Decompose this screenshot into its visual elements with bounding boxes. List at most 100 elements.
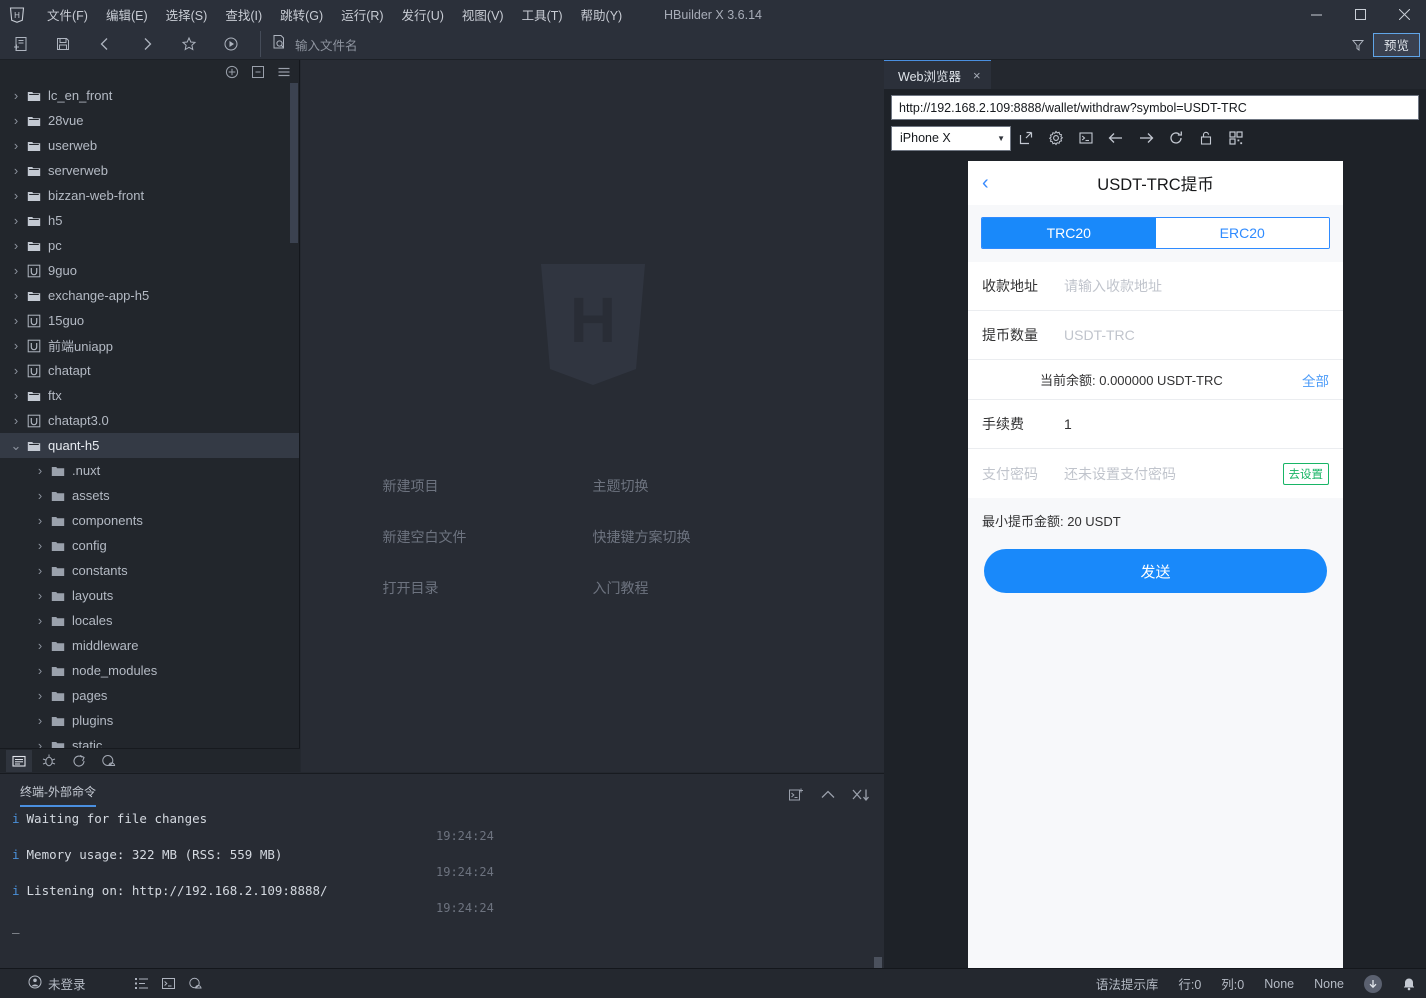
tree-item-h5[interactable]: ›h5	[0, 208, 299, 233]
close-icon[interactable]: ×	[973, 68, 981, 83]
tree-item-bizzan-web-front[interactable]: ›bizzan-web-front	[0, 183, 299, 208]
cloud-icon[interactable]	[188, 976, 204, 991]
project-tree[interactable]: ›lc_en_front›28vue›userweb›serverweb›biz…	[0, 83, 299, 748]
chevron-right-icon[interactable]: ›	[32, 713, 48, 728]
chevron-right-icon[interactable]: ›	[8, 213, 24, 228]
project-manager-icon[interactable]	[6, 750, 32, 772]
close-button[interactable]	[1382, 0, 1426, 29]
tree-item-ftx[interactable]: ›ftx	[0, 383, 299, 408]
tree-item-lc_en_front[interactable]: ›lc_en_front	[0, 83, 299, 108]
tree-item-serverweb[interactable]: ›serverweb	[0, 158, 299, 183]
tree-item-exchange-app-h5[interactable]: ›exchange-app-h5	[0, 283, 299, 308]
withdraw-all-button[interactable]: 全部	[1302, 370, 1329, 390]
chevron-right-icon[interactable]: ›	[32, 688, 48, 703]
tree-item-chatapt[interactable]: ›chatapt	[0, 358, 299, 383]
unlock-icon[interactable]	[1191, 125, 1221, 151]
filter-icon[interactable]	[1343, 29, 1373, 60]
star-icon[interactable]	[168, 29, 210, 60]
save-icon[interactable]	[42, 29, 84, 60]
welcome-link-keymap-switch[interactable]: 快捷键方案切换	[593, 527, 803, 547]
terminal-output[interactable]: iWaiting for file changes 19:24:24 iMemo…	[0, 807, 884, 937]
tree-item-userweb[interactable]: ›userweb	[0, 133, 299, 158]
encoding-label[interactable]: None	[1264, 977, 1294, 991]
collapse-icon[interactable]	[820, 789, 836, 801]
tree-item-pc[interactable]: ›pc	[0, 233, 299, 258]
tree-item-uniapp[interactable]: ›前端uniapp	[0, 333, 299, 358]
open-external-icon[interactable]	[1011, 125, 1041, 151]
file-search-input[interactable]: 输入文件名	[295, 35, 358, 54]
settings-icon[interactable]	[1041, 125, 1071, 151]
welcome-link-open-directory[interactable]: 打开目录	[383, 578, 593, 598]
new-file-icon[interactable]	[0, 29, 42, 60]
debug-icon[interactable]	[36, 750, 62, 772]
chevron-right-icon[interactable]: ›	[8, 163, 24, 178]
collapse-all-icon[interactable]	[250, 64, 265, 79]
terminal-icon[interactable]	[161, 976, 176, 991]
menu-item-view[interactable]: 视图(V)	[453, 0, 513, 29]
amount-input[interactable]: USDT-TRC	[1064, 327, 1135, 343]
chevron-right-icon[interactable]: ›	[8, 338, 24, 353]
chevron-right-icon[interactable]: ›	[32, 613, 48, 628]
chevron-right-icon[interactable]: ›	[32, 738, 48, 748]
tree-item-chatapt3.0[interactable]: ›chatapt3.0	[0, 408, 299, 433]
tree-item-quant-h5[interactable]: ⌄quant-h5	[0, 433, 299, 458]
chevron-right-icon[interactable]: ›	[32, 463, 48, 478]
maximize-button[interactable]	[1338, 0, 1382, 29]
file-search-box[interactable]: 输入文件名	[260, 31, 358, 57]
new-terminal-icon[interactable]	[788, 787, 804, 803]
grammar-library-label[interactable]: 语法提示库	[1096, 974, 1159, 993]
welcome-link-new-blank-file[interactable]: 新建空白文件	[383, 527, 593, 547]
tree-item-constants[interactable]: ›constants	[0, 558, 299, 583]
chevron-right-icon[interactable]: ›	[8, 113, 24, 128]
account-status[interactable]: 未登录	[28, 974, 86, 993]
download-icon[interactable]	[1364, 975, 1382, 993]
chevron-right-icon[interactable]: ›	[8, 313, 24, 328]
tab-trc20[interactable]: TRC20	[982, 218, 1156, 248]
chevron-right-icon[interactable]: ›	[32, 563, 48, 578]
preview-button[interactable]: 预览	[1373, 33, 1420, 57]
chevron-right-icon[interactable]: ›	[32, 488, 48, 503]
url-input[interactable]: http://192.168.2.109:8888/wallet/withdra…	[891, 95, 1419, 120]
menu-item-find[interactable]: 查找(I)	[216, 0, 271, 29]
bell-icon[interactable]	[1402, 976, 1416, 991]
tree-item-.nuxt[interactable]: ›.nuxt	[0, 458, 299, 483]
menu-item-select[interactable]: 选择(S)	[157, 0, 217, 29]
chevron-right-icon[interactable]: ›	[32, 538, 48, 553]
minimize-button[interactable]	[1294, 0, 1338, 29]
welcome-link-getting-started[interactable]: 入门教程	[593, 578, 803, 598]
back-icon[interactable]	[84, 29, 126, 60]
terminal-tab-external-command[interactable]: 终端-外部命令	[20, 783, 96, 807]
tree-item-plugins[interactable]: ›plugins	[0, 708, 299, 733]
tree-item-middleware[interactable]: ›middleware	[0, 633, 299, 658]
tree-item-28vue[interactable]: ›28vue	[0, 108, 299, 133]
menu-item-file[interactable]: 文件(F)	[38, 0, 97, 29]
language-label[interactable]: None	[1314, 977, 1344, 991]
tree-item-components[interactable]: ›components	[0, 508, 299, 533]
tree-item-layouts[interactable]: ›layouts	[0, 583, 299, 608]
chevron-right-icon[interactable]: ›	[32, 638, 48, 653]
chevron-right-icon[interactable]: ›	[32, 588, 48, 603]
cloud-icon[interactable]	[96, 750, 122, 772]
forward-icon[interactable]	[1131, 125, 1161, 151]
back-icon[interactable]	[1101, 125, 1131, 151]
menu-item-help[interactable]: 帮助(Y)	[572, 0, 632, 29]
chevron-right-icon[interactable]: ›	[8, 363, 24, 378]
chevron-right-icon[interactable]: ›	[32, 513, 48, 528]
field-withdraw-amount[interactable]: 提币数量 USDT-TRC	[968, 311, 1343, 360]
chevron-right-icon[interactable]: ›	[8, 413, 24, 428]
menu-item-edit[interactable]: 编辑(E)	[97, 0, 157, 29]
back-icon[interactable]: ‹	[982, 173, 989, 193]
tab-erc20[interactable]: ERC20	[1156, 218, 1330, 248]
tree-item-node_modules[interactable]: ›node_modules	[0, 658, 299, 683]
menu-icon[interactable]	[276, 64, 291, 79]
menu-item-goto[interactable]: 跳转(G)	[271, 0, 332, 29]
tree-item-assets[interactable]: ›assets	[0, 483, 299, 508]
tree-item-config[interactable]: ›config	[0, 533, 299, 558]
tree-item-static[interactable]: ›static	[0, 733, 299, 748]
chevron-right-icon[interactable]: ›	[32, 663, 48, 678]
field-receive-address[interactable]: 收款地址 请输入收款地址	[968, 262, 1343, 311]
tree-item-9guo[interactable]: ›9guo	[0, 258, 299, 283]
chevron-right-icon[interactable]: ›	[8, 263, 24, 278]
tree-item-pages[interactable]: ›pages	[0, 683, 299, 708]
chevron-right-icon[interactable]: ›	[8, 288, 24, 303]
